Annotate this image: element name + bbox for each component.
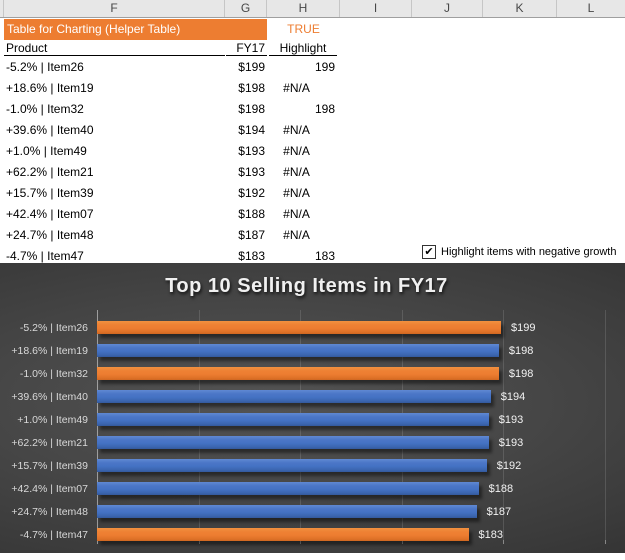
cell-product[interactable]: +15.7% | Item39 bbox=[4, 183, 225, 204]
category-axis-label[interactable]: +24.7% | Item48 bbox=[0, 506, 97, 518]
category-axis-label[interactable]: +18.6% | Item19 bbox=[0, 345, 97, 357]
chart-bar-row: -4.7% | Item47 $183 bbox=[0, 523, 625, 546]
column-header-H[interactable]: H bbox=[267, 0, 340, 17]
data-label: $199 bbox=[511, 322, 535, 334]
data-label: $187 bbox=[487, 506, 511, 518]
chart-title[interactable]: Top 10 Selling Items in FY17 bbox=[0, 275, 613, 298]
data-label: $198 bbox=[509, 345, 533, 357]
bar[interactable] bbox=[97, 482, 479, 495]
cell-product[interactable]: +62.2% | Item21 bbox=[4, 162, 225, 183]
cell-highlight[interactable]: #N/A bbox=[267, 204, 340, 225]
data-label: $183 bbox=[479, 529, 503, 541]
cell-product[interactable]: +1.0% | Item49 bbox=[4, 141, 225, 162]
column-header-L[interactable]: L bbox=[557, 0, 625, 17]
category-axis-label[interactable]: +42.4% | Item07 bbox=[0, 483, 97, 495]
column-header-row: F G H I J K L bbox=[0, 0, 625, 18]
data-label: $193 bbox=[499, 414, 523, 426]
cell-fy17[interactable]: $199 bbox=[225, 57, 267, 78]
chart-bar-row: +39.6% | Item40 $194 bbox=[0, 385, 625, 408]
checkmark-glyph: ✔ bbox=[424, 246, 433, 258]
chart-bar-row: +1.0% | Item49 $193 bbox=[0, 408, 625, 431]
column-header-J[interactable]: J bbox=[412, 0, 483, 17]
cell-fy17[interactable]: $193 bbox=[225, 141, 267, 162]
chart-bar-row: -1.0% | Item32 $198 bbox=[0, 362, 625, 385]
category-axis-label[interactable]: -5.2% | Item26 bbox=[0, 322, 97, 334]
cell-fy17[interactable]: $187 bbox=[225, 225, 267, 246]
chart-bar-row: +62.2% | Item21 $193 bbox=[0, 431, 625, 454]
cell-product[interactable]: -5.2% | Item26 bbox=[4, 57, 225, 78]
bar[interactable] bbox=[97, 413, 489, 426]
header-fy17[interactable]: FY17 bbox=[226, 40, 267, 56]
table-row: +24.7% | Item48 $187 #N/A bbox=[0, 225, 625, 246]
cell-product[interactable]: +42.4% | Item07 bbox=[4, 204, 225, 225]
highlight-flag-cell[interactable]: TRUE bbox=[267, 19, 340, 40]
table-row: +15.7% | Item39 $192 #N/A bbox=[0, 183, 625, 204]
category-axis-label[interactable]: +1.0% | Item49 bbox=[0, 414, 97, 426]
column-header-K[interactable]: K bbox=[483, 0, 557, 17]
table-row: +18.6% | Item19 $198 #N/A bbox=[0, 78, 625, 99]
chart-bar-row: +15.7% | Item39 $192 bbox=[0, 454, 625, 477]
bar[interactable] bbox=[97, 436, 489, 449]
cell-product[interactable]: +24.7% | Item48 bbox=[4, 225, 225, 246]
category-axis-label[interactable]: +15.7% | Item39 bbox=[0, 460, 97, 472]
table-row: -1.0% | Item32 $198 198 bbox=[0, 99, 625, 120]
cell-highlight[interactable]: #N/A bbox=[267, 120, 340, 141]
table-row: +62.2% | Item21 $193 #N/A bbox=[0, 162, 625, 183]
chart-bar-row: -5.2% | Item26 $199 bbox=[0, 316, 625, 339]
cell-highlight[interactable]: #N/A bbox=[267, 183, 340, 204]
bar[interactable] bbox=[97, 505, 477, 518]
column-header-I[interactable]: I bbox=[340, 0, 412, 17]
cell-fy17[interactable]: $198 bbox=[225, 99, 267, 120]
table-row: +1.0% | Item49 $193 #N/A bbox=[0, 141, 625, 162]
category-axis-label[interactable]: -1.0% | Item32 bbox=[0, 368, 97, 380]
column-header-G[interactable]: G bbox=[225, 0, 267, 17]
data-label: $194 bbox=[501, 391, 525, 403]
cell-product[interactable]: +39.6% | Item40 bbox=[4, 120, 225, 141]
header-product[interactable]: Product bbox=[4, 40, 225, 56]
cell-fy17[interactable]: $192 bbox=[225, 183, 267, 204]
category-axis-label[interactable]: +62.2% | Item21 bbox=[0, 437, 97, 449]
data-label: $198 bbox=[509, 368, 533, 380]
cell-highlight[interactable]: 198 bbox=[267, 99, 340, 120]
chart-bar-row: +18.6% | Item19 $198 bbox=[0, 339, 625, 362]
negative-growth-checkbox-control[interactable]: ✔ Highlight items with negative growth bbox=[422, 245, 616, 259]
bar[interactable] bbox=[97, 390, 491, 403]
data-label: $192 bbox=[497, 460, 521, 472]
column-header-F[interactable]: F bbox=[4, 0, 225, 17]
checkbox-label[interactable]: Highlight items with negative growth bbox=[441, 246, 616, 258]
data-label: $188 bbox=[489, 483, 513, 495]
checkbox-icon[interactable]: ✔ bbox=[422, 245, 436, 259]
cell-fy17[interactable]: $194 bbox=[225, 120, 267, 141]
cell-highlight[interactable]: 199 bbox=[267, 57, 340, 78]
chart-rows: -5.2% | Item26 $199 +18.6% | Item19 $198… bbox=[0, 316, 625, 546]
cell-highlight[interactable]: #N/A bbox=[267, 141, 340, 162]
data-label: $193 bbox=[499, 437, 523, 449]
bar[interactable] bbox=[97, 321, 501, 334]
table-row: +39.6% | Item40 $194 #N/A bbox=[0, 120, 625, 141]
table-row: -5.2% | Item26 $199 199 bbox=[0, 57, 625, 78]
cell-highlight[interactable]: #N/A bbox=[267, 78, 340, 99]
chart-bar-row: +24.7% | Item48 $187 bbox=[0, 500, 625, 523]
category-axis-label[interactable]: -4.7% | Item47 bbox=[0, 529, 97, 541]
bar[interactable] bbox=[97, 459, 487, 472]
cell-product[interactable]: -1.0% | Item32 bbox=[4, 99, 225, 120]
cell-fy17[interactable]: $193 bbox=[225, 162, 267, 183]
bar[interactable] bbox=[97, 367, 499, 380]
header-highlight[interactable]: Highlight bbox=[269, 40, 337, 56]
cell-highlight[interactable]: #N/A bbox=[267, 225, 340, 246]
bar[interactable] bbox=[97, 528, 469, 541]
helper-table-title-cell[interactable]: Table for Charting (Helper Table) bbox=[4, 19, 267, 40]
cell-highlight[interactable]: #N/A bbox=[267, 162, 340, 183]
cell-product[interactable]: +18.6% | Item19 bbox=[4, 78, 225, 99]
cell-fy17[interactable]: $188 bbox=[225, 204, 267, 225]
chart-area[interactable]: Top 10 Selling Items in FY17 -5.2% | Ite… bbox=[0, 263, 625, 553]
table-row: +42.4% | Item07 $188 #N/A bbox=[0, 204, 625, 225]
category-axis-label[interactable]: +39.6% | Item40 bbox=[0, 391, 97, 403]
cell-fy17[interactable]: $198 bbox=[225, 78, 267, 99]
chart-bar-row: +42.4% | Item07 $188 bbox=[0, 477, 625, 500]
bar[interactable] bbox=[97, 344, 499, 357]
